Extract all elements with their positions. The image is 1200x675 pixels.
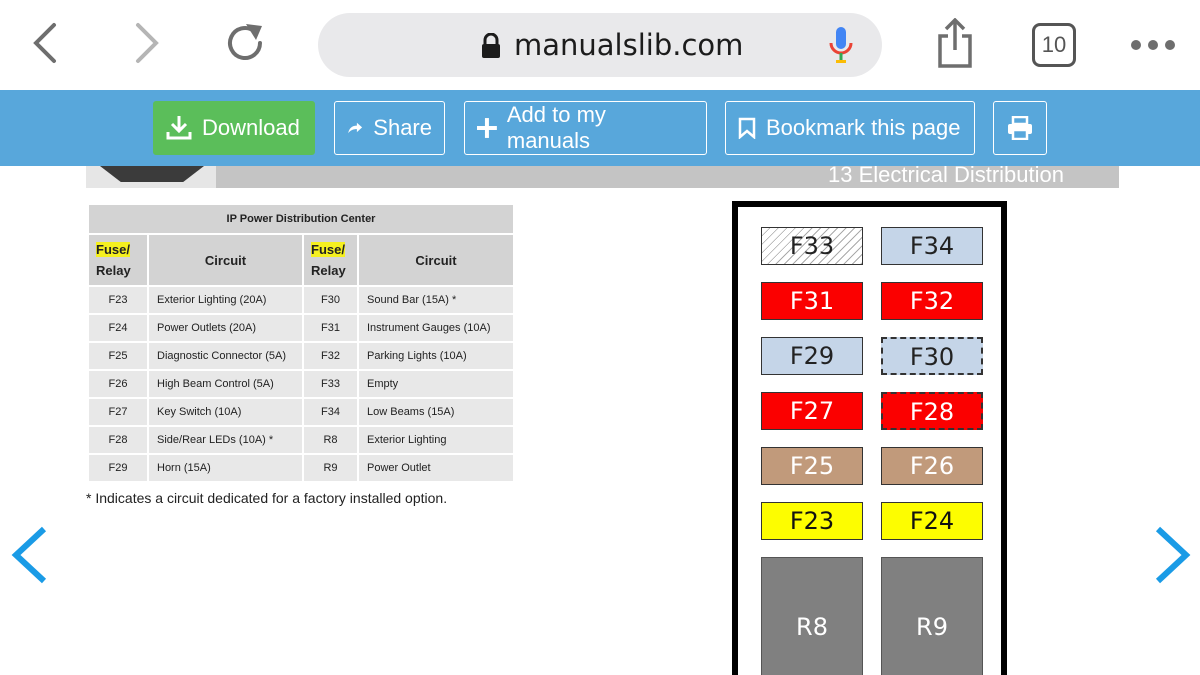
fuse-id-cell: F30 bbox=[302, 285, 359, 315]
more-dots-icon bbox=[1131, 40, 1175, 50]
circuit-cell: Horn (15A) bbox=[147, 453, 304, 483]
browser-bar: manualslib.com 10 bbox=[0, 0, 1200, 90]
fuse-id-cell: F23 bbox=[87, 285, 149, 315]
download-label: Download bbox=[202, 115, 300, 140]
circuit-cell: Key Switch (10A) bbox=[147, 397, 304, 427]
table-row: F23 Exterior Lighting (20A) F30 Sound Bar (… bbox=[87, 285, 515, 315]
circuit-cell: Diagnostic Connector (5A) bbox=[147, 341, 304, 371]
fuse-box-diagram: F33 F34 F31 F32 F29 F30 F27 F28 F25 F26 … bbox=[732, 201, 1007, 675]
footnote: * Indicates a circuit dedicated for a fa… bbox=[86, 490, 448, 506]
header-fuse-relay-2: Fuse/Relay bbox=[302, 233, 359, 287]
fuse-f32: F32 bbox=[881, 282, 983, 320]
table-header-row: Fuse/Relay Circuit Fuse/Relay Circuit bbox=[87, 233, 515, 287]
circuit-cell: Empty bbox=[357, 369, 515, 399]
download-icon bbox=[166, 116, 192, 140]
next-page-button[interactable] bbox=[1152, 525, 1192, 585]
tabs-button[interactable]: 10 bbox=[1032, 23, 1076, 67]
manual-page: 13 Electrical Distribution IP Power Dist… bbox=[0, 166, 1200, 675]
fuse-f27: F27 bbox=[761, 392, 863, 430]
forward-button[interactable] bbox=[122, 18, 172, 68]
microphone-icon[interactable] bbox=[828, 27, 854, 65]
printer-icon bbox=[1008, 116, 1032, 140]
previous-page-button[interactable] bbox=[10, 525, 50, 585]
circuit-cell: High Beam Control (5A) bbox=[147, 369, 304, 399]
header-fuse-relay-1: Fuse/Relay bbox=[87, 233, 149, 287]
fuse-f31: F31 bbox=[761, 282, 863, 320]
fuse-f26: F26 bbox=[881, 447, 983, 485]
chevron-left-icon bbox=[11, 526, 47, 584]
fuse-f25: F25 bbox=[761, 447, 863, 485]
header-circuit-1: Circuit bbox=[147, 233, 304, 287]
share-page-button[interactable] bbox=[930, 17, 980, 68]
fuse-id-cell: R8 bbox=[302, 425, 359, 455]
circuit-cell: Parking Lights (10A) bbox=[357, 341, 515, 371]
bookmark-button[interactable]: Bookmark this page bbox=[725, 101, 975, 155]
table-caption-row: IP Power Distribution Center bbox=[87, 203, 515, 235]
plus-icon bbox=[477, 118, 497, 138]
chevron-right-icon bbox=[136, 23, 159, 63]
reload-button[interactable] bbox=[220, 18, 270, 68]
share-button[interactable]: Share bbox=[334, 101, 445, 155]
add-to-manuals-button[interactable]: Add to my manuals bbox=[464, 101, 707, 155]
share-icon bbox=[938, 17, 972, 68]
table-row: F25 Diagnostic Connector (5A) F32 Parking L… bbox=[87, 341, 515, 371]
fuse-id-cell: F26 bbox=[87, 369, 149, 399]
fuse-id-cell: R9 bbox=[302, 453, 359, 483]
table-row: F24 Power Outlets (20A) F31 Instrument Gaug… bbox=[87, 313, 515, 343]
circuit-cell: Instrument Gauges (10A) bbox=[357, 313, 515, 343]
url-bar[interactable]: manualslib.com bbox=[318, 13, 882, 77]
table-row: F27 Key Switch (10A) F34 Low Beams (15A) bbox=[87, 397, 515, 427]
header-circuit-2: Circuit bbox=[357, 233, 515, 287]
fuse-id-cell: F29 bbox=[87, 453, 149, 483]
share-arrow-icon bbox=[348, 122, 363, 134]
share-label: Share bbox=[373, 115, 432, 140]
section-title: 13 Electrical Distribution bbox=[828, 166, 1064, 187]
circuit-cell: Sound Bar (15A) * bbox=[357, 285, 515, 315]
relay-r9: R9 bbox=[881, 557, 983, 675]
circuit-cell: Exterior Lighting bbox=[357, 425, 515, 455]
fuse-id-cell: F27 bbox=[87, 397, 149, 427]
download-button[interactable]: Download bbox=[153, 101, 315, 155]
fuse-f23: F23 bbox=[761, 502, 863, 540]
fuse-f28: F28 bbox=[881, 392, 983, 430]
url-text: manualslib.com bbox=[514, 28, 744, 62]
table-row: F28 Side/Rear LEDs (10A) * R8 Exterior Ligh… bbox=[87, 425, 515, 455]
reload-icon bbox=[228, 24, 262, 60]
fuse-id-cell: F34 bbox=[302, 397, 359, 427]
bookmark-icon bbox=[738, 117, 756, 139]
fuse-id-cell: F32 bbox=[302, 341, 359, 371]
print-button[interactable] bbox=[993, 101, 1047, 155]
circuit-cell: Power Outlet bbox=[357, 453, 515, 483]
table-title: IP Power Distribution Center bbox=[87, 203, 515, 235]
site-toolbar: Download Share Add to my manuals Bookmar… bbox=[0, 90, 1200, 166]
fuse-f24: F24 bbox=[881, 502, 983, 540]
fuse-id-cell: F25 bbox=[87, 341, 149, 371]
fuse-f34: F34 bbox=[881, 227, 983, 265]
fuse-id-cell: F24 bbox=[87, 313, 149, 343]
circuit-cell: Exterior Lighting (20A) bbox=[147, 285, 304, 315]
fuse-id-cell: F33 bbox=[302, 369, 359, 399]
fuse-id-cell: F28 bbox=[87, 425, 149, 455]
circuit-cell: Power Outlets (20A) bbox=[147, 313, 304, 343]
fuse-f33: F33 bbox=[761, 227, 863, 265]
more-menu-button[interactable] bbox=[1128, 20, 1178, 70]
table-row: F29 Horn (15A) R9 Power Outlet bbox=[87, 453, 515, 483]
chevron-right-icon bbox=[1155, 526, 1191, 584]
chevron-left-icon bbox=[33, 23, 56, 63]
table-row: F26 High Beam Control (5A) F33 Empty bbox=[87, 369, 515, 399]
relay-r8: R8 bbox=[761, 557, 863, 675]
fuse-id-cell: F31 bbox=[302, 313, 359, 343]
fuse-table: IP Power Distribution Center Fuse/Relay … bbox=[87, 203, 515, 483]
add-label: Add to my manuals bbox=[506, 102, 606, 153]
circuit-cell: Side/Rear LEDs (10A) * bbox=[147, 425, 304, 455]
lock-icon bbox=[482, 33, 500, 58]
fuse-f30: F30 bbox=[881, 337, 983, 375]
bookmark-label: Bookmark this page bbox=[766, 115, 961, 140]
back-button[interactable] bbox=[22, 18, 72, 68]
circuit-cell: Low Beams (15A) bbox=[357, 397, 515, 427]
fuse-f29: F29 bbox=[761, 337, 863, 375]
